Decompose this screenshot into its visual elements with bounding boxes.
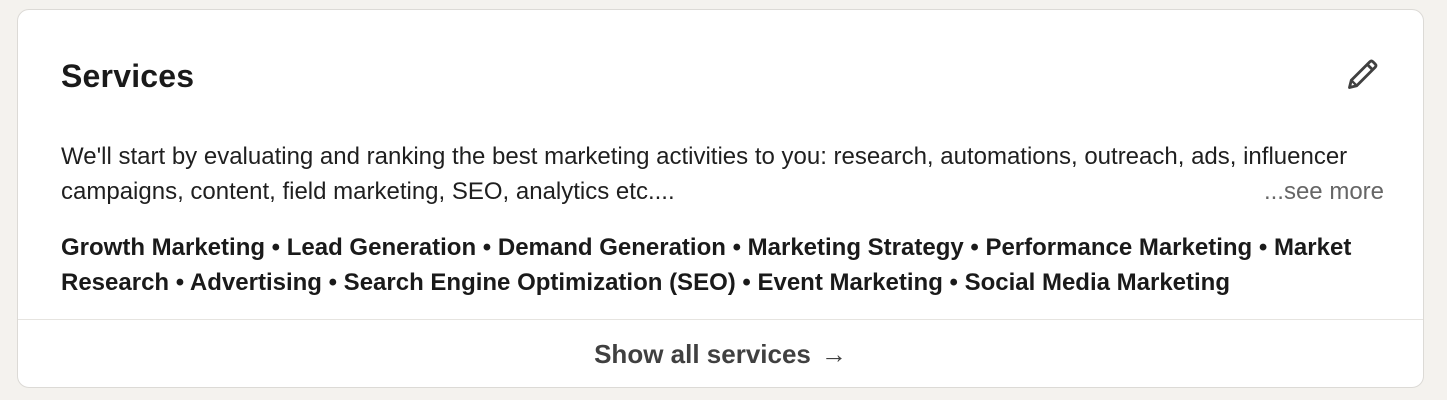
card-header: Services xyxy=(61,56,1383,96)
services-description: We'll start by evaluating and ranking th… xyxy=(61,139,1384,209)
description-line-2: campaigns, content, field marketing, SEO… xyxy=(61,178,675,205)
show-all-services-label: Show all services xyxy=(594,338,811,369)
services-card: Services We'll start by evaluating and r… xyxy=(17,9,1424,388)
pencil-icon xyxy=(1348,59,1378,89)
services-list: Growth Marketing • Lead Generation • Dem… xyxy=(61,230,1391,300)
see-more-link[interactable]: ...see more xyxy=(1264,174,1384,209)
services-line-1: Growth Marketing • Lead Generation • Dem… xyxy=(61,234,1352,261)
show-all-services-button[interactable]: Show all services → xyxy=(18,320,1423,387)
services-line-2: Research • Advertising • Search Engine O… xyxy=(61,269,1230,296)
edit-button[interactable] xyxy=(1343,54,1383,94)
arrow-right-icon: → xyxy=(820,338,847,369)
card-title: Services xyxy=(61,58,195,94)
description-line-1: We'll start by evaluating and ranking th… xyxy=(61,143,1348,170)
